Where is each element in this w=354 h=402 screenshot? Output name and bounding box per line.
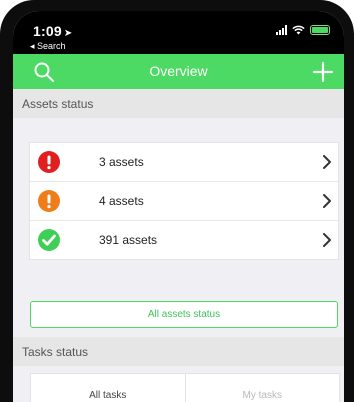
chevron-right-icon — [323, 194, 331, 208]
notch — [99, 11, 261, 41]
all-assets-status-button[interactable]: All assets status — [30, 301, 338, 328]
chevron-right-icon — [323, 233, 331, 247]
warning-exclamation-icon — [38, 190, 60, 212]
cellular-signal-icon — [276, 25, 287, 35]
chevron-right-icon — [323, 155, 331, 169]
list-item[interactable]: 391 assets — [30, 221, 338, 259]
critical-exclamation-icon — [38, 151, 60, 173]
list-item[interactable]: 4 assets — [30, 182, 338, 221]
page-title: Overview — [149, 63, 208, 79]
asset-count-label: 3 assets — [99, 155, 144, 169]
status-bar: 1:09 ➤ ◂ Search — [13, 11, 344, 54]
app-screen: 1:09 ➤ ◂ Search Overview Assets status 3… — [13, 11, 344, 402]
wifi-icon — [292, 25, 305, 35]
tab-all-tasks[interactable]: All tasks — [31, 374, 186, 402]
plus-icon[interactable] — [312, 61, 334, 83]
list-item[interactable]: 3 assets — [30, 143, 338, 182]
status-icons — [276, 25, 330, 35]
navigation-bar: Overview — [13, 54, 344, 89]
assets-status-header: Assets status — [13, 89, 344, 118]
battery-icon — [310, 25, 330, 35]
status-time: 1:09 ➤ — [33, 23, 72, 39]
tasks-status-header: Tasks status — [13, 337, 344, 366]
asset-count-label: 391 assets — [99, 233, 158, 247]
asset-count-label: 4 assets — [99, 194, 144, 208]
location-arrow-icon: ➤ — [63, 28, 73, 39]
phone-device: 1:09 ➤ ◂ Search Overview Assets status 3… — [0, 0, 354, 402]
ok-checkmark-icon — [38, 229, 60, 251]
time-text: 1:09 — [33, 23, 62, 39]
tab-my-tasks[interactable]: My tasks — [186, 374, 340, 402]
back-to-app-link[interactable]: ◂ Search — [30, 41, 66, 52]
assets-status-list: 3 assets 4 assets 391 assets — [30, 143, 338, 259]
tasks-tab-bar: All tasks My tasks — [30, 373, 340, 402]
